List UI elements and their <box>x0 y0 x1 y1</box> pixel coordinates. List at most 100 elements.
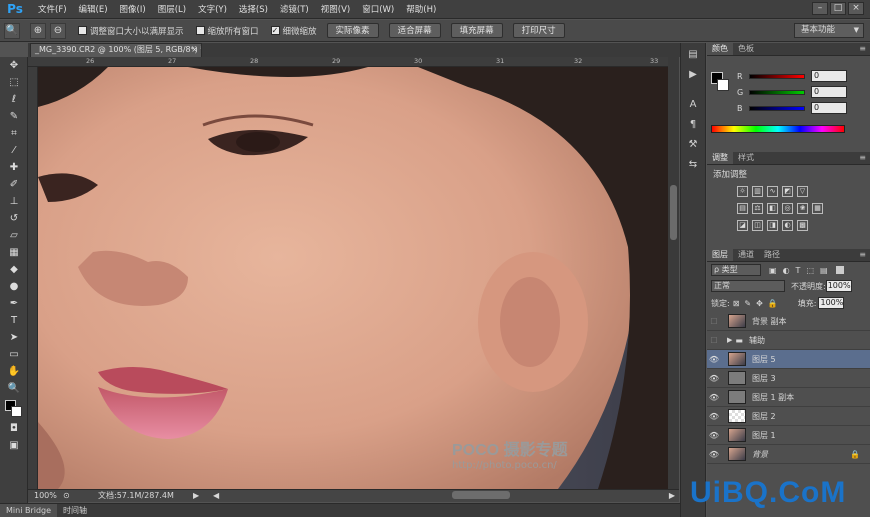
quick-select-tool-icon[interactable]: ✎ <box>2 109 26 125</box>
print-size-button[interactable]: 打印尺寸 <box>512 23 565 38</box>
eyedropper-tool-icon[interactable]: ⁄ <box>2 143 26 159</box>
lock-transparent-icon[interactable]: ⊠ <box>733 299 740 308</box>
lock-position-icon[interactable]: ✥ <box>756 299 763 308</box>
menu-layer[interactable]: 图层(L) <box>152 3 192 15</box>
menu-image[interactable]: 图像(I) <box>114 3 152 15</box>
filter-adjust-icon[interactable]: ◐ <box>783 266 790 275</box>
fill-input[interactable]: 100% <box>818 297 845 309</box>
blue-value[interactable]: 0 <box>811 102 847 114</box>
pen-tool-icon[interactable]: ✒ <box>2 296 26 312</box>
history-brush-tool-icon[interactable]: ↺ <box>2 211 26 227</box>
panel-menu-icon[interactable]: ≡ <box>859 43 866 55</box>
lock-pixels-icon[interactable]: ✎ <box>744 299 751 308</box>
filter-shape-icon[interactable]: ⬚ <box>806 266 814 275</box>
tab-mini-bridge[interactable]: Mini Bridge <box>0 504 58 517</box>
zoom-out-icon[interactable]: ⊖ <box>50 22 66 39</box>
eye-icon[interactable]: 👁 <box>707 431 721 440</box>
filter-type-icon[interactable]: T <box>796 266 801 275</box>
filter-smart-icon[interactable]: ▤ <box>820 266 828 275</box>
tab-layers[interactable]: 图层 <box>707 249 733 261</box>
green-slider[interactable] <box>749 89 805 95</box>
close-tab-icon[interactable]: × <box>191 44 198 56</box>
tab-swatches[interactable]: 色板 <box>733 43 759 55</box>
tab-paths[interactable]: 路径 <box>759 249 785 261</box>
resize-windows-checkbox[interactable]: 调整窗口大小以满屏显示 <box>78 25 184 37</box>
path-select-tool-icon[interactable]: ➤ <box>2 330 26 346</box>
eye-icon[interactable]: 👁 <box>707 412 721 421</box>
dodge-tool-icon[interactable]: ● <box>2 279 26 295</box>
scrubby-zoom-checkbox[interactable]: ✓ 细微缩放 <box>270 25 317 37</box>
menu-type[interactable]: 文字(Y) <box>192 3 233 15</box>
levels-icon[interactable]: ▥ <box>752 186 763 197</box>
curves-icon[interactable]: ∿ <box>767 186 778 197</box>
horizontal-scroll-thumb[interactable] <box>452 491 510 499</box>
document-tab[interactable]: _MG_3390.CR2 @ 100% (图层 5, RGB/8*) * × <box>30 43 202 57</box>
checkbox-box-checked[interactable]: ✓ <box>270 26 280 35</box>
type-tool-icon[interactable]: T <box>2 313 26 329</box>
opacity-input[interactable]: 100% <box>825 280 852 292</box>
crop-tool-icon[interactable]: ⌗ <box>2 126 26 142</box>
eye-icon[interactable]: 👁 <box>707 450 721 459</box>
layer-row[interactable]: 👁 图层 3 <box>707 369 870 388</box>
vertical-scroll-thumb[interactable] <box>670 185 677 240</box>
posterize-icon[interactable]: ◫ <box>752 220 763 231</box>
color-swatches-icon[interactable] <box>2 398 26 420</box>
checkbox-box[interactable] <box>195 26 205 35</box>
menu-select[interactable]: 选择(S) <box>233 3 274 15</box>
zoom-level[interactable]: 100% <box>34 490 57 502</box>
visibility-toggle[interactable]: ☐ <box>707 317 721 326</box>
layer-row[interactable]: ☐ ▶ ▬ 辅助 <box>707 331 870 350</box>
eye-icon[interactable]: 👁 <box>707 393 721 402</box>
menu-edit[interactable]: 编辑(E) <box>73 3 114 15</box>
filter-toggle[interactable] <box>835 266 844 274</box>
vibrance-icon[interactable]: ▽ <box>797 186 808 197</box>
background-color-swatch[interactable] <box>11 406 22 417</box>
brush-tool-icon[interactable]: ✐ <box>2 177 26 193</box>
blur-tool-icon[interactable]: ◆ <box>2 262 26 278</box>
lock-all-icon[interactable]: 🔒 <box>768 299 778 308</box>
vertical-scrollbar[interactable] <box>668 57 679 489</box>
black-white-icon[interactable]: ◧ <box>767 203 778 214</box>
zoom-tool-icon[interactable]: 🔍 <box>2 381 26 397</box>
eye-icon[interactable]: 👁 <box>707 355 721 364</box>
color-lookup-icon[interactable]: ▦ <box>812 203 823 214</box>
threshold-icon[interactable]: ◨ <box>767 220 778 231</box>
layer-row[interactable]: 👁 图层 1 副本 <box>707 388 870 407</box>
character-icon[interactable]: A <box>684 97 702 113</box>
panel-menu-icon[interactable]: ≡ <box>859 152 866 164</box>
lasso-tool-icon[interactable]: ℓ <box>2 92 26 108</box>
hue-saturation-icon[interactable]: ▤ <box>737 203 748 214</box>
red-value[interactable]: 0 <box>811 70 847 82</box>
green-value[interactable]: 0 <box>811 86 847 98</box>
blend-mode-select[interactable]: 正常 <box>711 280 785 292</box>
color-spectrum[interactable] <box>711 125 845 133</box>
properties-icon[interactable]: ⇆ <box>684 157 702 173</box>
menu-view[interactable]: 视图(V) <box>315 3 356 15</box>
filter-pixel-icon[interactable]: ▣ <box>769 266 777 275</box>
tool-presets-icon[interactable]: ⚒ <box>684 137 702 153</box>
eraser-tool-icon[interactable]: ▱ <box>2 228 26 244</box>
eye-icon[interactable]: 👁 <box>707 374 721 383</box>
history-icon[interactable]: ▤ <box>684 47 702 63</box>
tab-adjustments[interactable]: 调整 <box>707 152 733 164</box>
layer-row[interactable]: 👁 图层 1 <box>707 426 870 445</box>
close-window-button[interactable]: × <box>848 2 864 15</box>
visibility-toggle[interactable]: ☐ <box>707 336 721 345</box>
workspace-select[interactable]: 基本功能 ▼ <box>794 23 864 38</box>
hand-tool-icon[interactable]: ✋ <box>2 364 26 380</box>
blue-slider[interactable] <box>749 105 805 111</box>
checkbox-box[interactable] <box>78 26 87 35</box>
color-balance-icon[interactable]: ⚖ <box>752 203 763 214</box>
tab-styles[interactable]: 样式 <box>733 152 759 164</box>
menu-window[interactable]: 窗口(W) <box>356 3 400 15</box>
gradient-map-icon[interactable]: ▩ <box>797 220 808 231</box>
layer-row[interactable]: 👁 图层 2 <box>707 407 870 426</box>
menu-help[interactable]: 帮助(H) <box>400 3 442 15</box>
marquee-tool-icon[interactable]: ⬚ <box>2 75 26 91</box>
layer-row[interactable]: 👁 背景 🔒 <box>707 445 870 464</box>
document-canvas[interactable] <box>38 67 668 489</box>
move-tool-icon[interactable]: ✥ <box>2 58 26 74</box>
gradient-tool-icon[interactable]: ▦ <box>2 245 26 261</box>
paragraph-icon[interactable]: ¶ <box>684 117 702 133</box>
exposure-icon[interactable]: ◩ <box>782 186 793 197</box>
